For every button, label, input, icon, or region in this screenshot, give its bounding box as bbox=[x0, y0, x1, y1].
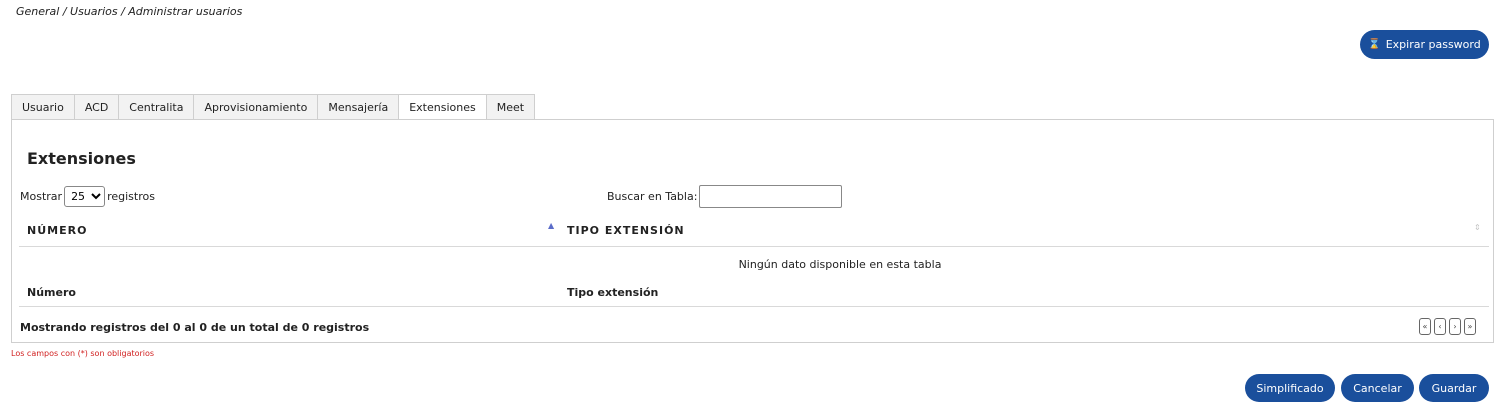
sort-both-icon: ⇕ bbox=[1474, 223, 1481, 232]
breadcrumb: General / Usuarios / Administrar usuario… bbox=[16, 5, 243, 18]
tab-extensiones[interactable]: Extensiones bbox=[398, 94, 486, 120]
table-info: Mostrando registros del 0 al 0 de un tot… bbox=[20, 321, 370, 334]
length-prefix: Mostrar bbox=[20, 190, 63, 203]
extensiones-panel: Extensiones Mostrar 25 registros Buscar … bbox=[11, 119, 1494, 343]
tab-mensajeria[interactable]: Mensajería bbox=[317, 94, 399, 120]
empty-message: Ningún dato disponible en esta tabla bbox=[738, 258, 942, 271]
sort-asc-icon: ▲ bbox=[548, 221, 555, 230]
last-page-button[interactable]: » bbox=[1464, 318, 1476, 335]
empty-table-row: Ningún dato disponible en esta tabla bbox=[12, 258, 1493, 271]
tab-meet[interactable]: Meet bbox=[485, 94, 536, 120]
column-footer-numero: Número bbox=[27, 286, 76, 299]
expirar-password-label: Expirar password bbox=[1385, 38, 1481, 51]
simplificado-button[interactable]: Simplificado bbox=[1245, 374, 1335, 402]
length-control: Mostrar 25 registros bbox=[20, 186, 155, 207]
length-suffix: registros bbox=[107, 190, 155, 203]
column-header-numero[interactable]: NÚMERO bbox=[27, 224, 87, 237]
first-page-button[interactable]: « bbox=[1419, 318, 1431, 335]
previous-page-button[interactable]: ‹ bbox=[1434, 318, 1446, 335]
tab-acd[interactable]: ACD bbox=[73, 94, 119, 120]
search-label: Buscar en Tabla: bbox=[607, 190, 698, 203]
section-title: Extensiones bbox=[27, 149, 136, 168]
tab-bar: Usuario ACD Centralita Aprovisionamiento… bbox=[11, 94, 536, 120]
table-divider bbox=[19, 306, 1489, 307]
save-button[interactable]: Guardar bbox=[1419, 374, 1489, 402]
search-input[interactable] bbox=[699, 185, 843, 208]
expirar-password-button[interactable]: ⌛ Expirar password bbox=[1360, 30, 1489, 59]
required-fields-note: Los campos con (*) son obligatorios bbox=[11, 349, 155, 358]
tab-usuario[interactable]: Usuario bbox=[11, 94, 74, 120]
column-header-tipo-extension[interactable]: TIPO EXTENSIÓN bbox=[567, 224, 685, 237]
pagination: « ‹ › » bbox=[1419, 318, 1476, 335]
search-control: Buscar en Tabla: bbox=[607, 185, 843, 208]
column-footer-tipo-extension: Tipo extensión bbox=[567, 286, 659, 299]
page-length-select[interactable]: 25 bbox=[64, 186, 106, 207]
tab-aprovisionamiento[interactable]: Aprovisionamiento bbox=[193, 94, 318, 120]
tab-centralita[interactable]: Centralita bbox=[118, 94, 194, 120]
hourglass-icon: ⌛ bbox=[1368, 39, 1381, 50]
next-page-button[interactable]: › bbox=[1449, 318, 1461, 335]
cancel-button[interactable]: Cancelar bbox=[1341, 374, 1414, 402]
table-divider bbox=[19, 246, 1489, 247]
